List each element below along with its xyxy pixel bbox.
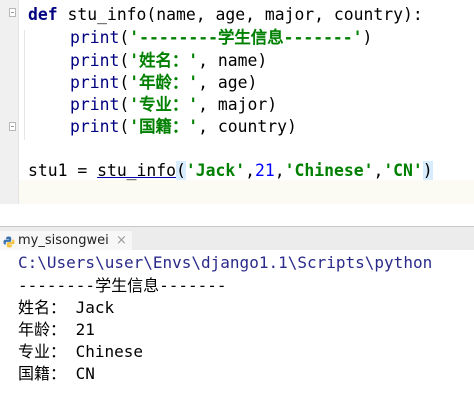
paren: ( [119, 95, 130, 114]
print-builtin: print [70, 51, 120, 70]
function-signature: stu_info(name, age, major, country): [57, 5, 423, 24]
code-line-print-2[interactable]: print('姓名：', name) [70, 50, 267, 72]
console-line-major: 专业： Chinese [18, 342, 144, 361]
print-args: , age) [198, 73, 258, 92]
print-args: , name) [198, 51, 268, 70]
current-line-highlight [19, 180, 474, 204]
string-literal: '--------学生信息-------' [129, 28, 363, 47]
code-line-print-1[interactable]: print('--------学生信息-------') [70, 27, 372, 49]
code-editor[interactable]: def stu_info(name, age, major, country):… [0, 0, 474, 204]
string-literal: '姓名：' [129, 51, 199, 70]
open-paren: ( [176, 161, 186, 180]
print-builtin: print [70, 28, 120, 47]
print-args: , major) [198, 95, 278, 114]
keyword-def: def [28, 5, 58, 24]
paren: ( [119, 28, 130, 47]
arg-major: 'Chinese' [284, 161, 374, 180]
print-builtin: print [70, 73, 120, 92]
comma: , [373, 161, 384, 180]
run-console[interactable]: C:\Users\user\Envs\django1.1\Scripts\pyt… [0, 250, 474, 400]
console-line-interpreter-path: C:\Users\user\Envs\django1.1\Scripts\pyt… [18, 253, 433, 272]
indent-guide [24, 30, 25, 140]
arg-country: 'CN' [383, 161, 423, 180]
code-line-call[interactable]: stu1 = stu_info('Jack',21,'Chinese','CN'… [28, 160, 433, 182]
print-builtin: print [70, 95, 120, 114]
print-builtin: print [70, 117, 120, 136]
fold-collapse-icon[interactable] [9, 8, 16, 17]
fold-end-icon[interactable] [9, 122, 16, 131]
string-literal: '国籍：' [129, 117, 199, 136]
paren: ( [119, 51, 130, 70]
print-args: ) [362, 28, 373, 47]
console-line-name: 姓名： Jack [18, 298, 115, 317]
run-tab-bar: my_sisongwei × [0, 226, 474, 251]
console-line-age: 年龄： 21 [18, 320, 95, 339]
arg-age: 21 [255, 161, 275, 180]
print-args: , country) [198, 117, 297, 136]
code-line-def[interactable]: def stu_info(name, age, major, country): [28, 4, 423, 26]
paren: ( [119, 117, 130, 136]
console-line-header: --------学生信息------- [18, 276, 227, 295]
arg-name: 'Jack' [185, 161, 246, 180]
comma: , [245, 161, 255, 180]
string-literal: '专业：' [129, 95, 199, 114]
comma: , [274, 161, 285, 180]
function-call-name[interactable]: stu_info [97, 161, 176, 180]
string-literal: '年龄：' [129, 73, 199, 92]
paren: ( [119, 73, 130, 92]
close-icon[interactable]: × [116, 233, 127, 249]
console-line-country: 国籍： CN [18, 364, 95, 383]
python-icon [3, 236, 15, 248]
assignment-target: stu1 = [28, 161, 98, 180]
run-tab-my-sisongwei[interactable]: my_sisongwei × [0, 231, 132, 251]
run-tab-label: my_sisongwei [18, 233, 109, 248]
close-paren: ) [422, 161, 433, 180]
editor-gutter [0, 0, 19, 204]
code-line-print-3[interactable]: print('年龄：', age) [70, 72, 257, 94]
code-line-print-5[interactable]: print('国籍：', country) [70, 116, 297, 138]
code-line-print-4[interactable]: print('专业：', major) [70, 94, 277, 116]
